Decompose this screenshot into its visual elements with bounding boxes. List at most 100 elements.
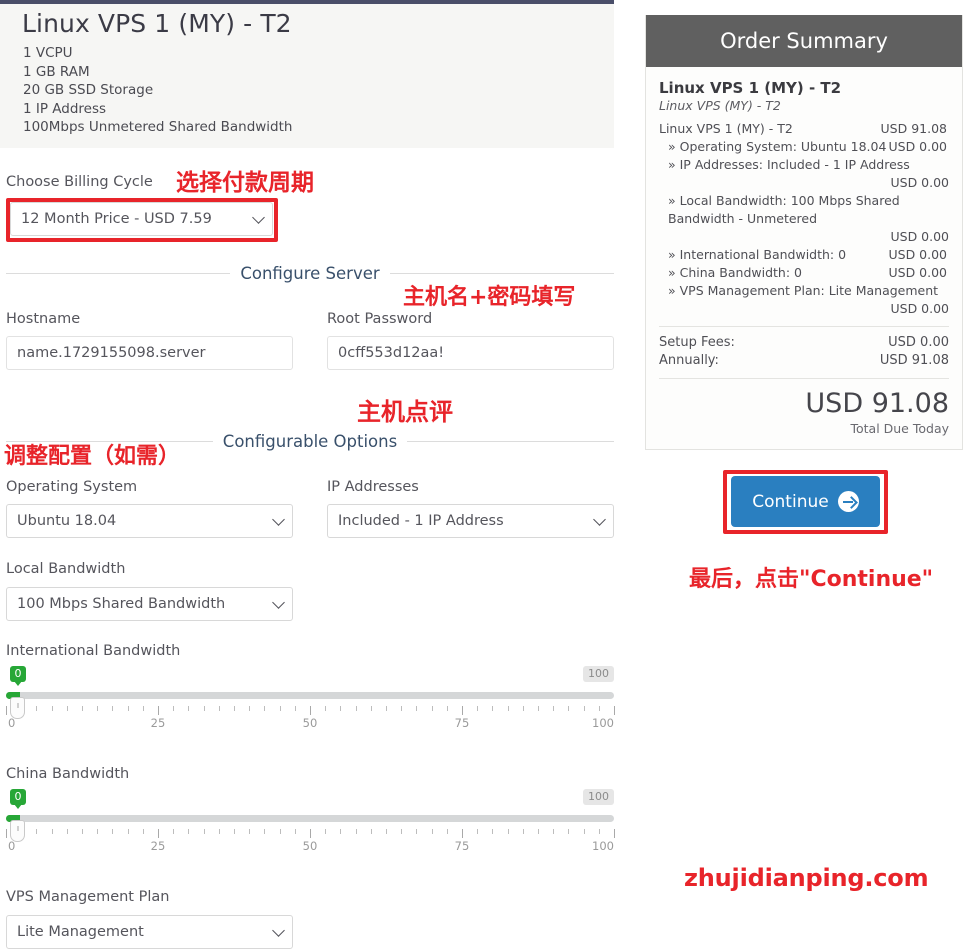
slider-tick: [51, 829, 53, 834]
annotation-click-continue: 最后，点击"Continue": [689, 567, 934, 592]
vps-management-plan-label: VPS Management Plan: [6, 889, 170, 905]
plan-feature: 20 GB SSD Storage: [23, 82, 154, 98]
local-bandwidth-label: Local Bandwidth: [6, 561, 126, 577]
order-summary-header: Order Summary: [646, 15, 962, 67]
order-summary-item: » VPS Management Plan: Lite Management: [668, 283, 939, 298]
slider-tick: [416, 829, 418, 834]
order-summary-item-amount: USD 0.00: [888, 265, 947, 280]
slider-tick: [112, 829, 114, 834]
slider-tick: [355, 706, 357, 711]
slider-tick: [6, 829, 7, 838]
slider-handle[interactable]: [10, 697, 25, 719]
order-summary-item-amount: USD 0.00: [890, 175, 949, 190]
order-summary-column: Order Summary Linux VPS 1 (MY) - T2 Linu…: [645, 15, 963, 450]
slider-tick: [553, 829, 555, 834]
order-summary-item: » Local Bandwidth: 100 Mbps Shared Bandw…: [668, 193, 900, 226]
slider-tick: [462, 706, 463, 715]
order-summary-item-amount: USD 0.00: [890, 229, 949, 244]
order-configuration-page: Linux VPS 1 (MY) - T2 1 VCPU 1 GB RAM 20…: [0, 0, 970, 949]
annotation-highlight-billing-cycle: [6, 198, 278, 242]
annually-label: Annually:: [659, 353, 719, 368]
order-summary-item-label: » International Bandwidth: 0: [668, 247, 847, 262]
order-summary-item-label: » Operating System: Ubuntu 18.04: [668, 139, 887, 154]
ip-addresses-select[interactable]: Included - 1 IP Address: [327, 504, 614, 538]
china-bandwidth-slider[interactable]: 0 100 0255075100: [6, 789, 615, 855]
vps-management-plan-select[interactable]: Lite Management: [6, 915, 293, 949]
slider-tick: [279, 706, 281, 711]
order-summary-base-label: Linux VPS 1 (MY) - T2: [659, 121, 793, 136]
chevron-down-icon: [593, 513, 606, 526]
slider-max-badge: 100: [583, 666, 614, 682]
divider: [407, 440, 615, 442]
slider-tick-label: 50: [302, 716, 318, 730]
divider: [6, 272, 231, 274]
slider-tick: [66, 829, 68, 834]
slider-tick: [355, 829, 357, 834]
slider-tick: [507, 829, 509, 834]
slider-tick: [51, 706, 53, 711]
slider-tick: [203, 706, 205, 711]
slider-tick: [173, 829, 175, 834]
slider-tick: [522, 829, 524, 834]
slider-tick: [386, 829, 387, 834]
slider-track[interactable]: [6, 692, 614, 699]
plan-feature: 100Mbps Unmetered Shared Bandwidth: [23, 119, 293, 135]
slider-tick: [203, 829, 205, 834]
order-summary-body: Linux VPS 1 (MY) - T2 Linux VPS (MY) - T…: [646, 67, 962, 449]
slider-tick: [127, 706, 129, 711]
slider-tick: [188, 706, 190, 711]
grand-total: USD 91.08: [805, 388, 949, 419]
root-password-value: 0cff553d12aa!: [338, 345, 445, 361]
slider-tick: [340, 829, 342, 834]
slider-tick: [325, 829, 327, 834]
slider-tick: [82, 829, 83, 834]
slider-tick: [82, 706, 83, 711]
slider-tick: [325, 706, 327, 711]
ip-addresses-label: IP Addresses: [327, 479, 419, 495]
operating-system-label: Operating System: [6, 479, 138, 495]
slider-tick: [492, 829, 494, 834]
slider-tick: [294, 829, 296, 834]
annotation-highlight-continue-button: [723, 470, 888, 534]
slider-tick-labels: 0 25 50 75 100: [6, 839, 614, 853]
slider-tick: [310, 829, 311, 838]
slider-tick: [264, 706, 266, 711]
slider-tick: [218, 829, 220, 834]
slider-tick: [294, 706, 296, 711]
china-bandwidth-label: China Bandwidth: [6, 766, 130, 782]
slider-ticks: [6, 706, 615, 715]
slider-tick: [446, 706, 448, 711]
slider-tick: [142, 706, 144, 711]
operating-system-select[interactable]: Ubuntu 18.04: [6, 504, 293, 538]
annotation-review: 主机点评: [357, 398, 453, 426]
product-configuration-column: Linux VPS 1 (MY) - T2 1 VCPU 1 GB RAM 20…: [0, 0, 615, 949]
slider-tick-label: 50: [302, 839, 318, 853]
slider-tick: [477, 706, 479, 711]
root-password-label: Root Password: [327, 311, 433, 327]
slider-tick: [97, 706, 99, 711]
slider-tick: [36, 706, 38, 711]
slider-tick: [66, 706, 68, 711]
slider-value-bubble: 0: [10, 789, 26, 809]
root-password-input[interactable]: 0cff553d12aa!: [327, 336, 614, 370]
international-bandwidth-slider[interactable]: 0 100 0255075100: [6, 666, 615, 732]
slider-tick: [370, 829, 372, 834]
section-title: Configurable Options: [222, 431, 398, 451]
slider-tick: [218, 706, 220, 711]
slider-tick: [370, 706, 372, 711]
slider-tick: [598, 829, 600, 834]
slider-tick: [583, 829, 585, 834]
slider-handle[interactable]: [10, 820, 25, 842]
plan-summary-box: Linux VPS 1 (MY) - T2 1 VCPU 1 GB RAM 20…: [0, 0, 614, 148]
local-bandwidth-select[interactable]: 100 Mbps Shared Bandwidth: [6, 587, 293, 621]
slider-track[interactable]: [6, 815, 614, 822]
slider-tick: [492, 706, 494, 711]
annually-value: USD 91.08: [879, 353, 949, 368]
slider-tick: [401, 829, 403, 834]
slider-tick: [234, 706, 235, 711]
plan-feature: 1 IP Address: [23, 101, 107, 117]
slider-tick: [36, 829, 38, 834]
plan-feature: 1 VCPU: [23, 45, 73, 61]
slider-tick: [310, 706, 311, 715]
hostname-input[interactable]: name.1729155098.server: [6, 336, 293, 370]
